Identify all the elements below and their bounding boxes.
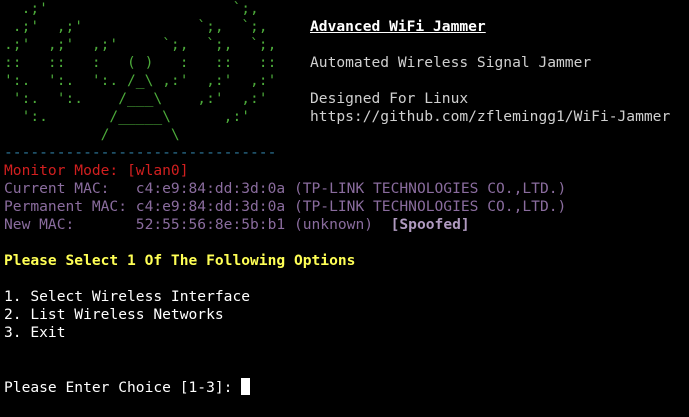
permanent-mac-info: Permanent MAC: c4:e9:84:dd:3d:0a (TP-LIN… <box>4 198 567 215</box>
app-title: Advanced WiFi Jammer <box>310 18 486 35</box>
menu-option-list-networks: 2. List Wireless Networks <box>4 306 224 323</box>
ascii-row: ':. ':. /___\ ,:' ,:' <box>4 90 268 107</box>
new-mac-info: New MAC: 52:55:56:8e:5b:b1 (unknown) [Sp… <box>4 216 470 234</box>
ascii-row: .;' ,;' `;, `;, <box>4 18 268 35</box>
terminal-window[interactable]: .;' `;, .;' ,;' `;, `;, .;' ,;' ,;' `;, … <box>0 0 689 417</box>
ascii-row: .;' ,;' ,;' `;, `;, `;, <box>4 36 277 53</box>
menu-heading: Please Select 1 Of The Following Options <box>4 252 356 269</box>
ascii-row: ':. ':. ':. /_\ ,:' ,:' ,:' <box>4 72 277 89</box>
menu-option-select-interface: 1. Select Wireless Interface <box>4 288 251 305</box>
ascii-row: / \ <box>4 126 180 143</box>
prompt-text: Please Enter Choice [1-3]: <box>4 379 242 396</box>
monitor-mode-status: Monitor Mode: [wlan0] <box>4 162 189 179</box>
choice-prompt[interactable]: Please Enter Choice [1-3]: <box>4 378 251 396</box>
menu-option-exit: 3. Exit <box>4 324 66 341</box>
new-mac-value: New MAC: 52:55:56:8e:5b:b1 (unknown) <box>4 216 374 233</box>
current-mac-info: Current MAC: c4:e9:84:dd:3d:0a (TP-LINK … <box>4 180 567 197</box>
terminal-cursor[interactable] <box>241 378 251 395</box>
platform-note: Designed For Linux <box>310 90 469 107</box>
spoofed-badge: [Spoofed] <box>390 216 470 233</box>
wifi-antenna-ascii-art: .;' `;, .;' ,;' `;, `;, .;' ,;' ,;' `;, … <box>4 0 276 144</box>
ascii-row: .;' `;, <box>4 0 259 17</box>
ascii-row: ':. /_____\ ,:' <box>4 108 251 125</box>
divider-line: ------------------------------- <box>4 144 277 161</box>
repo-url: https://github.com/zflemingg1/WiFi-Jamme… <box>310 108 671 125</box>
app-subtitle: Automated Wireless Signal Jammer <box>310 54 592 71</box>
ascii-row: :: :: : ( ) : :: :: <box>4 54 277 71</box>
